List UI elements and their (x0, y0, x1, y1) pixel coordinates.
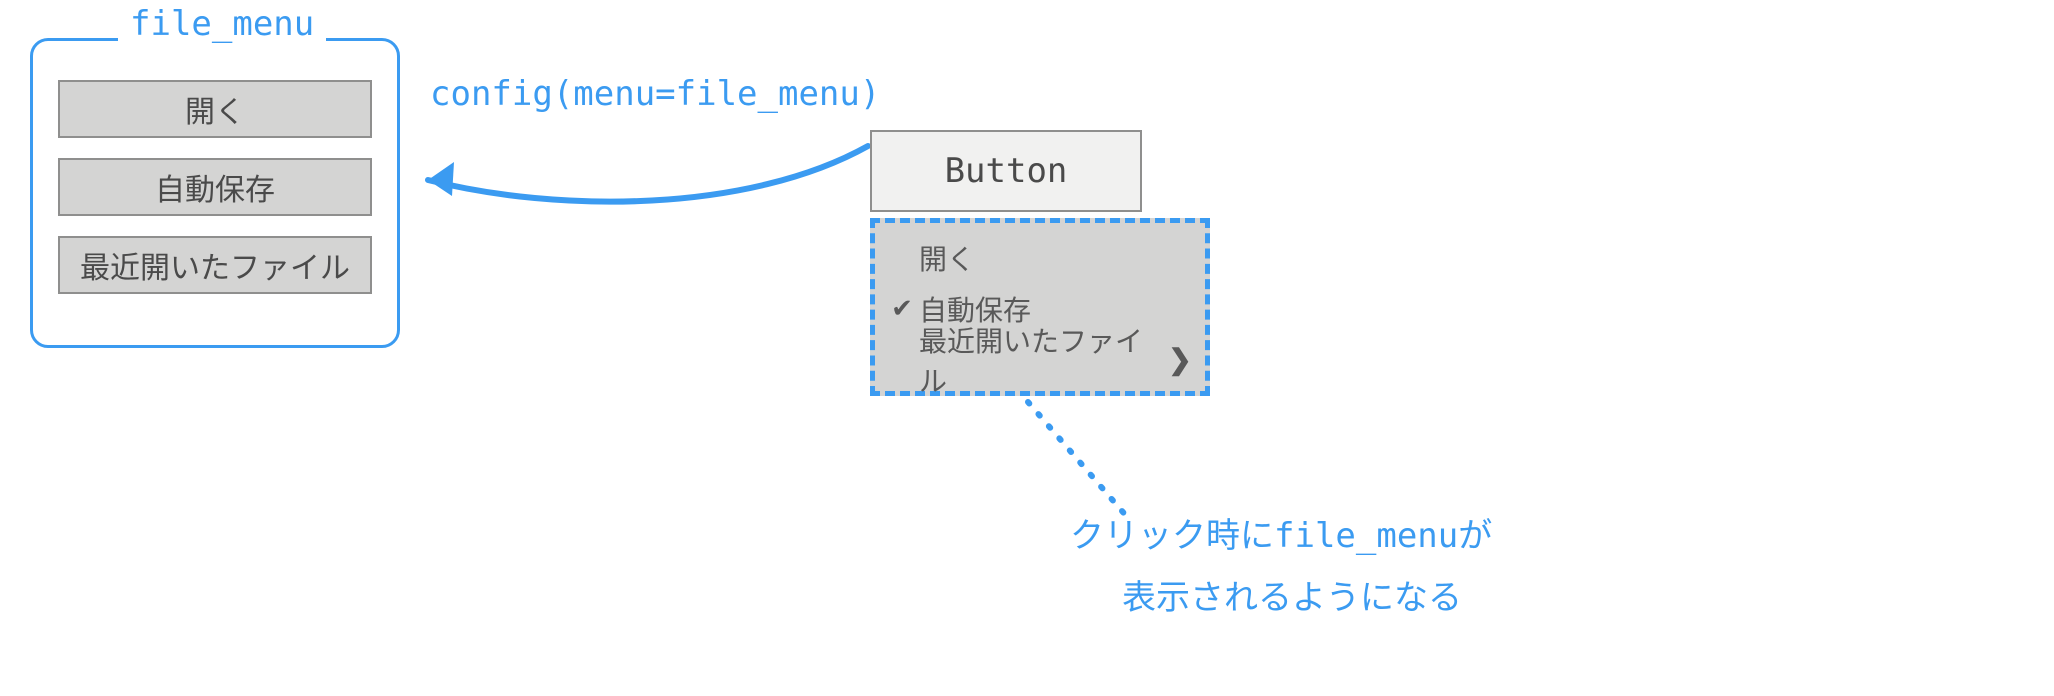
check-icon: ✔ (885, 293, 919, 324)
dropdown-popup: 開く ✔ 自動保存 最近開いたファイル ❯ (870, 218, 1210, 396)
note-line-2: 表示されるようになる (1122, 570, 1462, 619)
menu-item-label: 自動保存 (155, 165, 275, 209)
dropdown-item-open[interactable]: 開く (875, 234, 1205, 282)
menu-item-autosave[interactable]: 自動保存 (58, 158, 372, 216)
menu-item-label: 最近開いたファイル (80, 243, 350, 287)
note-line-1: クリック時にfile_menuが (1070, 508, 1492, 557)
dropdown-item-label: 最近開いたファイル (919, 320, 1165, 400)
file-menu-legend: file_menu (118, 4, 326, 44)
note-text: が (1458, 517, 1492, 555)
button-label: Button (945, 151, 1068, 191)
dropdown-item-label: 開く (919, 238, 1165, 278)
config-arrow (398, 118, 878, 228)
dropdown-item-recent[interactable]: 最近開いたファイル ❯ (875, 336, 1205, 384)
config-label: config(menu=file_menu) (430, 74, 880, 114)
button-widget[interactable]: Button (870, 130, 1142, 212)
menu-item-open[interactable]: 開く (58, 80, 372, 138)
note-text: クリック時に (1070, 517, 1274, 555)
menu-item-recent[interactable]: 最近開いたファイル (58, 236, 372, 294)
chevron-right-icon: ❯ (1165, 343, 1195, 376)
note-code: file_menu (1274, 516, 1458, 556)
menu-item-label: 開く (185, 87, 245, 131)
